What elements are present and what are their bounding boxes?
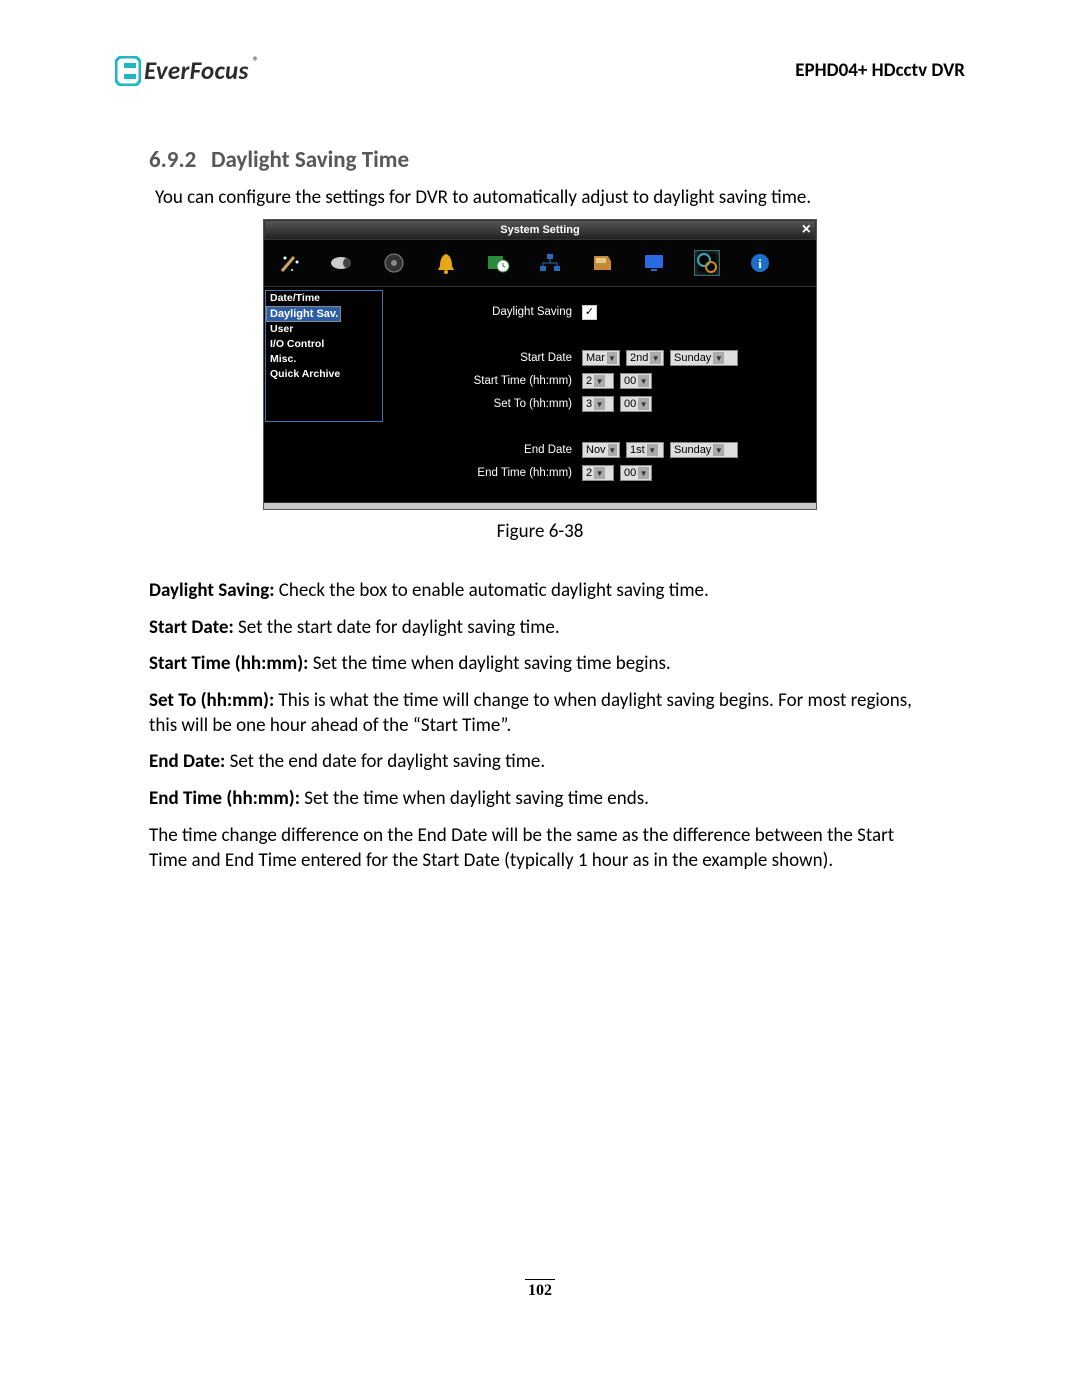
start-hh-select[interactable]: 2▼ [582, 373, 614, 389]
chevron-down-icon: ▼ [638, 375, 649, 387]
end-date-label: End Date [394, 444, 576, 456]
chevron-down-icon: ▼ [638, 398, 649, 410]
end-month-select[interactable]: Nov▼ [582, 442, 620, 458]
chevron-down-icon: ▼ [608, 444, 617, 456]
def-startdate: Start Date: Set the start date for dayli… [149, 616, 931, 641]
system-icon[interactable] [694, 250, 720, 276]
logo-icon [115, 56, 141, 86]
closing-note: The time change difference on the End Da… [149, 824, 931, 873]
page-header: EverFocus® EPHD04+ HDcctv DVR [115, 55, 965, 86]
end-day-select[interactable]: Sunday▼ [670, 442, 738, 458]
sidebar-item-io[interactable]: I/O Control [266, 337, 382, 352]
section-intro: You can configure the settings for DVR t… [155, 186, 965, 209]
end-mm-select[interactable]: 00▼ [620, 465, 652, 481]
chevron-down-icon: ▼ [650, 352, 661, 364]
chevron-down-icon: ▼ [713, 352, 724, 364]
window-titlebar: System Setting × [264, 220, 816, 240]
start-week-select[interactable]: 2nd▼ [626, 350, 664, 366]
end-time-label: End Time (hh:mm) [394, 467, 576, 479]
sidebar-item-misc[interactable]: Misc. [266, 352, 382, 367]
product-name: EPHD04+ HDcctv DVR [795, 59, 965, 82]
chevron-down-icon: ▼ [594, 375, 605, 387]
setto-mm-select[interactable]: 00▼ [620, 396, 652, 412]
sidebar-item-datetime[interactable]: Date/Time [266, 291, 382, 306]
dvr-window: System Setting × i Date/Time Da [263, 219, 817, 510]
end-hh-select[interactable]: 2▼ [582, 465, 614, 481]
section-heading: 6.9.2Daylight Saving Time [149, 146, 965, 174]
def-setto: Set To (hh:mm): This is what the time wi… [149, 689, 931, 738]
dst-label: Daylight Saving [394, 306, 576, 318]
chevron-down-icon: ▼ [638, 467, 649, 479]
start-month-select[interactable]: Mar▼ [582, 350, 620, 366]
chevron-down-icon: ▼ [594, 467, 605, 479]
start-date-label: Start Date [394, 352, 576, 364]
sidebar-item-user[interactable]: User [266, 322, 382, 337]
window-title: System Setting [500, 224, 579, 236]
start-day-select[interactable]: Sunday▼ [670, 350, 738, 366]
wizard-icon[interactable] [278, 251, 302, 275]
def-dst: Daylight Saving: Check the box to enable… [149, 579, 931, 604]
definitions: Daylight Saving: Check the box to enable… [149, 579, 931, 873]
info-icon[interactable]: i [748, 251, 772, 275]
figure-caption: Figure 6-38 [115, 520, 965, 543]
end-week-select[interactable]: 1st▼ [626, 442, 664, 458]
setto-hh-select[interactable]: 3▼ [582, 396, 614, 412]
sidebar-item-dst[interactable]: Daylight Sav. [266, 306, 341, 322]
def-endtime: End Time (hh:mm): Set the time when dayl… [149, 787, 931, 812]
chevron-down-icon: ▼ [647, 444, 658, 456]
display-icon[interactable] [642, 251, 666, 275]
disk-icon[interactable] [590, 251, 614, 275]
brand-logo: EverFocus® [115, 55, 259, 86]
schedule-icon[interactable] [486, 251, 510, 275]
chevron-down-icon: ▼ [594, 398, 605, 410]
start-time-label: Start Time (hh:mm) [394, 375, 576, 387]
window-footer [264, 502, 816, 509]
svg-text:i: i [758, 256, 762, 271]
settings-toolbar: i [264, 240, 816, 287]
close-icon[interactable]: × [802, 221, 811, 239]
start-mm-select[interactable]: 00▼ [620, 373, 652, 389]
settings-form: Daylight Saving ✓ Start Date Mar▼ 2nd▼ S… [384, 287, 816, 502]
chevron-down-icon: ▼ [607, 352, 617, 364]
camera-icon[interactable] [330, 251, 354, 275]
sidebar-item-archive[interactable]: Quick Archive [266, 367, 382, 382]
chevron-down-icon: ▼ [713, 444, 724, 456]
alarm-icon[interactable] [434, 251, 458, 275]
set-to-label: Set To (hh:mm) [394, 398, 576, 410]
brand-name: EverFocus® [144, 55, 259, 86]
settings-sidebar: Date/Time Daylight Sav. User I/O Control… [264, 287, 384, 502]
def-enddate: End Date: Set the end date for daylight … [149, 750, 931, 775]
def-starttime: Start Time (hh:mm): Set the time when da… [149, 652, 931, 677]
record-icon[interactable] [382, 251, 406, 275]
page-number: 102 [115, 1279, 965, 1300]
dst-checkbox[interactable]: ✓ [582, 305, 597, 320]
network-icon[interactable] [538, 251, 562, 275]
